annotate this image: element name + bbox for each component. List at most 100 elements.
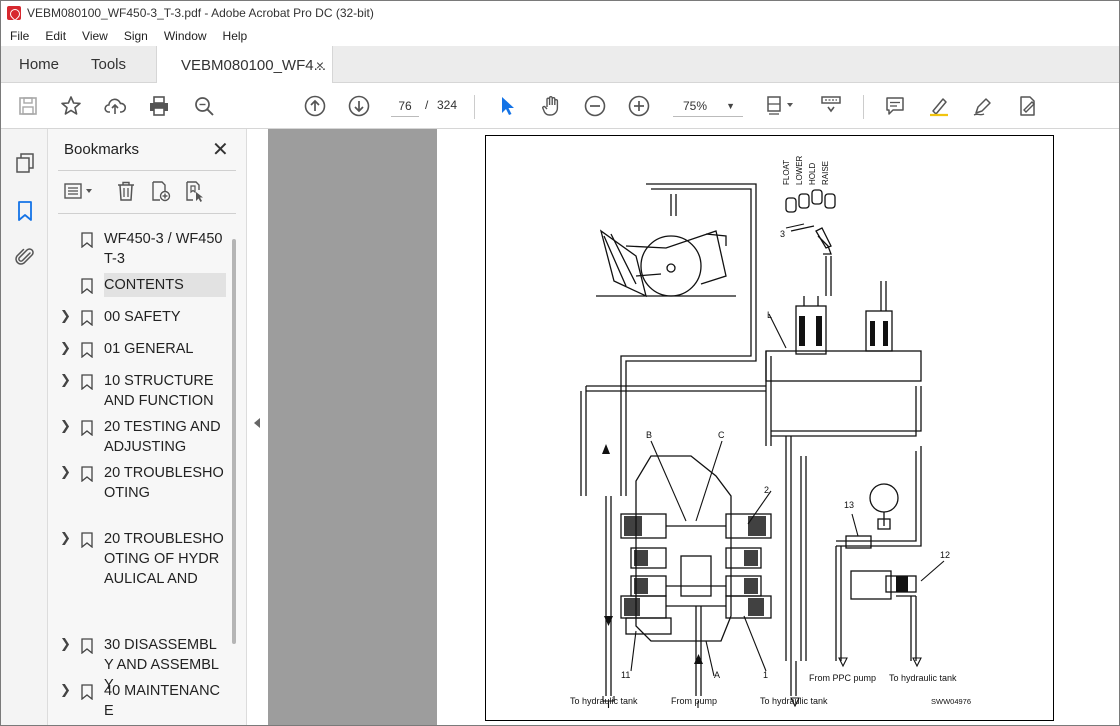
scrolling-mode-icon[interactable] [818,93,844,119]
bookmark-flag-icon [81,232,93,248]
page-separator: / [425,98,429,112]
label-from-ppc-pump: From PPC pump [809,673,877,683]
bookmark-label: 20 TESTING AND ADJUSTING [104,419,221,455]
next-page-icon[interactable] [346,93,372,119]
callout-a: A [714,670,721,680]
tab-bar: Home Tools VEBM080100_WF4... × [1,46,1119,84]
lever-label-raise: RAISE [821,160,830,185]
draw-pen-icon[interactable] [970,93,996,119]
menu-window[interactable]: Window [155,29,214,43]
tab-document[interactable]: VEBM080100_WF4... × [156,46,333,84]
highlight-pen-icon[interactable] [926,93,952,119]
title-bar: VEBM080100_WF450-3_T-3.pdf - Adobe Acrob… [1,1,1119,25]
collapse-arrow-icon [254,418,260,428]
acrobat-window: VEBM080100_WF450-3_T-3.pdf - Adobe Acrob… [0,0,1120,726]
chevron-right-icon[interactable]: ❯ [60,418,71,434]
callout-2: 2 [764,485,770,495]
bookmarks-panel: Bookmarks ✕ WF450-3 / WF450T-3 CONTENTS … [48,129,246,725]
label-to-hydraulic-tank-right: To hydraulic tank [889,673,957,683]
previous-page-icon[interactable] [302,93,328,119]
fill-sign-icon[interactable] [1014,93,1040,119]
panel-divider [58,213,236,214]
bookmark-flag-icon [81,374,93,390]
bookmark-flag-icon [81,638,93,654]
label-to-hydraulic-tank-left: To hydraulic tank [570,696,638,706]
callout-c: C [718,430,725,440]
panel-collapse-handle[interactable] [246,129,268,725]
menu-view[interactable]: View [73,29,115,43]
bookmark-from-selection-icon[interactable] [182,179,208,205]
callout-l: L [767,310,773,320]
toolbar-divider [474,95,475,119]
callout-b: B [646,430,653,440]
bookmark-flag-icon [81,532,93,548]
panel-scrollbar[interactable] [232,239,236,644]
hydraulic-circuit-diagram [580,183,945,708]
bookmark-flag-icon [81,684,93,700]
bookmark-label: CONTENTS [104,273,226,297]
tab-tools[interactable]: Tools [91,46,126,83]
callout-3: 3 [780,229,786,239]
close-tab-icon[interactable]: × [316,57,324,73]
bookmark-flag-icon [81,342,93,358]
menu-file[interactable]: File [1,29,36,43]
document-viewport[interactable]: FLOAT LOWER HOLD RAISE 3 L B C 2 13 12 1… [268,129,1119,725]
callout-1: 1 [763,670,769,680]
bookmark-flag-icon [81,278,93,294]
delete-bookmark-icon[interactable] [114,179,140,205]
menu-bar: File Edit View Sign Window Help [1,25,1119,46]
bookmarks-panel-icon[interactable] [13,199,37,223]
lever-label-lower: LOWER [795,155,804,185]
menu-sign[interactable]: Sign [115,29,155,43]
print-icon[interactable] [146,93,172,119]
menu-edit[interactable]: Edit [36,29,73,43]
bookmark-label: 01 GENERAL [104,341,194,357]
chevron-right-icon[interactable]: ❯ [60,372,71,388]
upload-cloud-icon[interactable] [102,93,128,119]
zoom-in-icon[interactable] [626,93,652,119]
select-cursor-icon[interactable] [494,93,520,119]
chevron-right-icon[interactable]: ❯ [60,340,71,356]
hand-tool-icon[interactable] [538,93,564,119]
menu-help[interactable]: Help [214,29,255,43]
zoom-level-dropdown[interactable]: 75% ▼ [673,95,743,117]
save-icon[interactable] [15,93,41,119]
page-display-icon[interactable] [763,93,797,119]
lever-label-float: FLOAT [782,159,791,185]
bookmarks-panel-title: Bookmarks [64,141,140,158]
search-zoom-icon[interactable] [191,93,217,119]
attachments-paperclip-icon[interactable] [13,245,37,269]
comment-icon[interactable] [882,93,908,119]
navigation-rail [1,129,48,725]
label-to-hydraulic-tank-middle: To hydraulic tank [760,696,828,706]
chevron-right-icon[interactable]: ❯ [60,636,71,652]
lever-label-hold: HOLD [808,162,817,185]
page-number-input[interactable]: 76 [391,95,419,117]
bookmark-options-icon[interactable] [62,179,96,205]
zoom-level-value: 75% [683,99,708,113]
acrobat-icon [7,6,21,20]
figure-code: SWW04976 [931,697,972,706]
tab-home[interactable]: Home [19,46,59,83]
chevron-down-icon: ▼ [726,101,735,111]
bookmark-flag-icon [81,420,93,436]
callout-11: 11 [621,670,631,680]
close-panel-icon[interactable]: ✕ [212,137,229,162]
bookmark-star-icon[interactable] [58,93,84,119]
chevron-right-icon[interactable]: ❯ [60,682,71,698]
zoom-out-icon[interactable] [582,93,608,119]
chevron-right-icon[interactable]: ❯ [60,308,71,324]
page-thumbnails-icon[interactable] [13,151,37,175]
bookmark-label: 00 SAFETY [104,309,181,325]
bookmark-tools [62,179,232,207]
chevron-right-icon[interactable]: ❯ [60,464,71,480]
chevron-right-icon[interactable]: ❯ [60,530,71,546]
bookmark-label: 20 TROUBLESHOOTING OF HYDRAULICAL AND [104,531,224,587]
bookmark-flag-icon [81,466,93,482]
bookmark-label: 10 STRUCTURE AND FUNCTION [104,373,214,409]
new-bookmark-icon[interactable] [148,179,174,205]
bookmark-label: 20 TROUBLESHOOTING [104,465,224,501]
bookmark-flag-icon [81,310,93,326]
page-total: 324 [437,98,458,112]
tab-document-label: VEBM080100_WF4... [181,56,327,74]
